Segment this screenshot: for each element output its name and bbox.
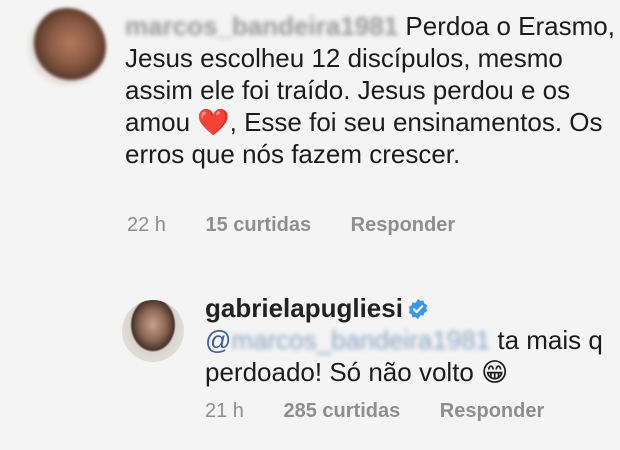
mention-link[interactable]: marcos_bandeira1981 — [231, 325, 490, 355]
likes-count-button[interactable]: 285 curtidas — [284, 400, 401, 422]
comment-text: marcos_bandeira1981 Perdoa o Erasmo, Jes… — [125, 10, 615, 170]
mention-prefix[interactable]: @ — [205, 325, 231, 355]
timestamp: 21 h — [205, 400, 244, 422]
likes-count-button[interactable]: 15 curtidas — [206, 214, 312, 236]
grin-emoji: 😁 — [481, 357, 509, 387]
comment-meta: 22 h 15 curtidas Responder — [127, 214, 489, 237]
comment-1: marcos_bandeira1981 Perdoa o Erasmo, Jes… — [0, 0, 620, 250]
comment-text: gabrielapugliesi @marcos_bandeira1981 ta… — [205, 292, 615, 388]
avatar[interactable] — [122, 300, 184, 362]
comment-meta: 21 h 285 curtidas Responder — [205, 400, 578, 423]
reply-button[interactable]: Responder — [440, 400, 544, 422]
avatar[interactable] — [28, 8, 106, 86]
username-link[interactable]: marcos_bandeira1981 — [125, 11, 398, 41]
timestamp: 22 h — [127, 214, 166, 236]
reply-button[interactable]: Responder — [351, 214, 455, 236]
username-link[interactable]: gabrielapugliesi — [205, 293, 403, 323]
heart-emoji: ❤️ — [197, 107, 230, 137]
verified-badge-icon — [408, 298, 428, 320]
comment-2-reply: gabrielapugliesi @marcos_bandeira1981 ta… — [0, 280, 620, 450]
